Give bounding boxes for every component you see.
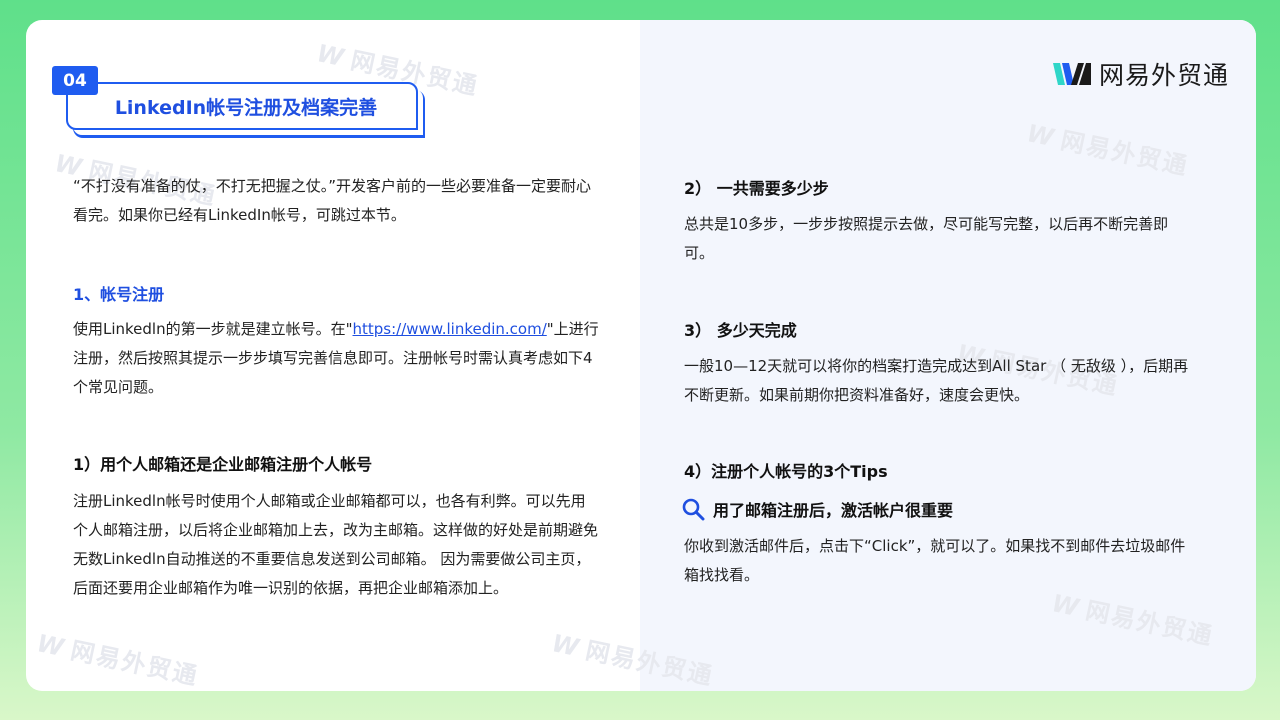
- section-title: LinkedIn帐号注册及档案完善: [114, 96, 378, 119]
- netease-waimao-logo-icon: [1053, 63, 1091, 85]
- heading-steps-count: 2） 一共需要多少步: [684, 179, 829, 198]
- tip-title: 用了邮箱注册后，激活帐户很重要: [713, 501, 954, 520]
- intro-paragraph: “不打没有准备的仗，不打无把握之仗。”开发客户前的一些必要准备一定要耐心看完。如…: [73, 177, 592, 224]
- heading-account-registration: 1、帐号注册: [73, 285, 165, 304]
- steps-paragraph: 总共是10多步，一步步按照提示去做，尽可能写完整，以后再不断完善即可。: [684, 215, 1169, 262]
- tip-paragraph: 你收到激活邮件后，点击下“Click”，就可以了。如果找不到邮件去垃圾邮件箱找找…: [684, 537, 1186, 584]
- search-icon: [682, 498, 705, 521]
- brand-logo: 网易外贸通: [1053, 58, 1229, 90]
- section-title-box: LinkedIn帐号注册及档案完善: [66, 82, 418, 130]
- brand-name: 网易外贸通: [1099, 61, 1230, 90]
- registration-paragraph: 使用Linkedln的第一步就是建立帐号。在"https://www.linke…: [73, 320, 599, 396]
- section-number-badge: 04: [52, 66, 98, 95]
- email-choice-paragraph: 注册Linkedln帐号时使用个人邮箱或企业邮箱都可以，也各有利弊。可以先用个人…: [73, 492, 599, 597]
- linkedin-link[interactable]: https://www.linkedin.com/: [353, 320, 547, 338]
- heading-days-to-complete: 3） 多少天完成: [684, 321, 797, 340]
- heading-email-choice: 1）用个人邮箱还是企业邮箱注册个人帐号: [73, 455, 373, 474]
- watermark: W网易外贸通: [34, 629, 202, 691]
- days-paragraph: 一般10—12天就可以将你的档案打造完成达到All Star （ 无敌级 ），后…: [684, 357, 1189, 404]
- heading-tips: 4）注册个人帐号的3个Tips: [684, 462, 888, 481]
